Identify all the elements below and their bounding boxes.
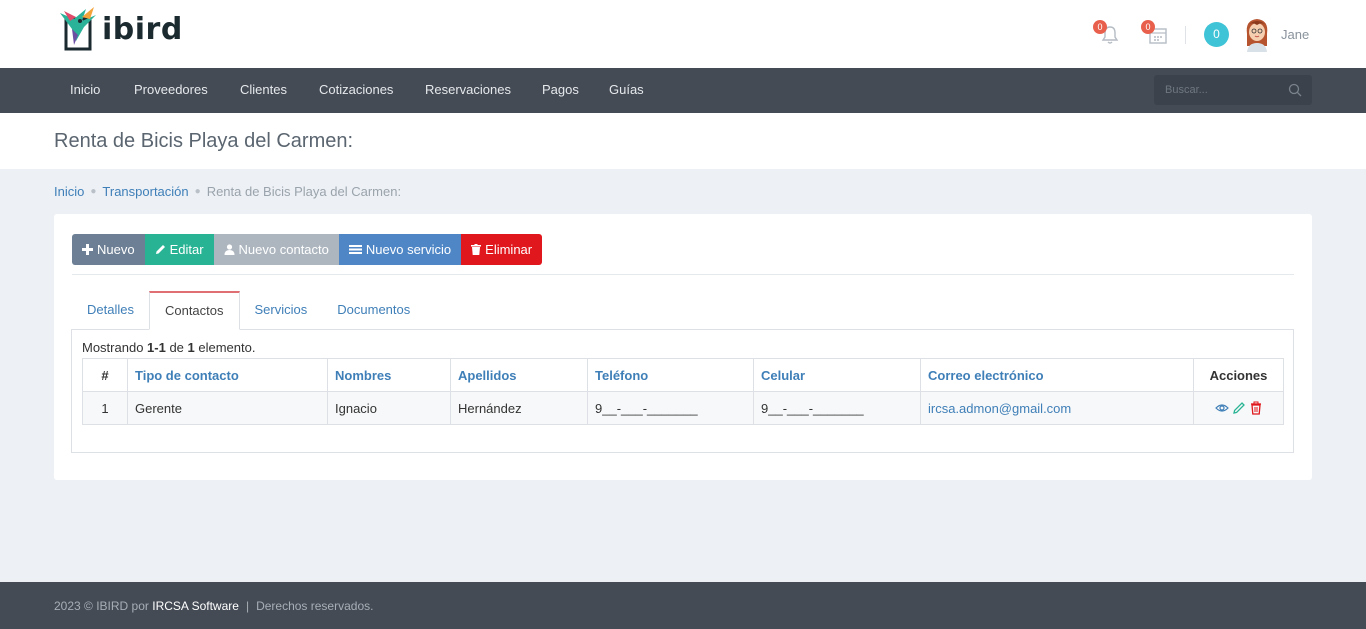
list-icon (348, 245, 362, 254)
breadcrumb-separator: ● (90, 186, 97, 197)
tab-servicios[interactable]: Servicios (240, 291, 323, 330)
cell-celular: 9__-___-_______ (753, 391, 921, 425)
summary-total: 1 (187, 340, 195, 355)
nuevo-contacto-button[interactable]: Nuevo contacto (213, 234, 339, 265)
tab-documentos[interactable]: Documentos (322, 291, 425, 330)
footer: 2023 © IBIRD por IRCSA Software | Derechos… (0, 582, 1366, 629)
table-header-row: # Tipo de contacto Nombres Apellidos Tel… (82, 358, 1284, 392)
footer-copyright: 2023 © IBIRD por (54, 599, 153, 613)
user-icon (224, 244, 235, 255)
cell-nombres: Ignacio (327, 391, 451, 425)
view-eye-icon[interactable] (1214, 401, 1229, 415)
summary-suffix: elemento. (194, 340, 256, 355)
nav-item-inicio[interactable]: Inicio (70, 82, 100, 97)
page-title: Renta de Bicis Playa del Carmen: (54, 130, 354, 152)
column-header-telefono[interactable]: Teléfono (587, 358, 754, 392)
search-icon[interactable] (1288, 83, 1302, 97)
breadcrumb-home[interactable]: Inicio (54, 184, 84, 199)
column-header-nombres[interactable]: Nombres (327, 358, 451, 392)
top-header: ibird 0 0 0 Jane (0, 0, 1366, 68)
row-actions (1201, 401, 1276, 415)
contacts-table: # Tipo de contacto Nombres Apellidos Tel… (82, 358, 1284, 425)
nuevo-contacto-label: Nuevo contacto (238, 242, 329, 257)
nav-item-reservaciones[interactable]: Reservaciones (425, 82, 511, 97)
nav-item-pagos[interactable]: Pagos (542, 82, 579, 97)
results-summary: Mostrando 1-1 de 1 elemento. (82, 340, 255, 355)
tab-contactos[interactable]: Contactos (148, 291, 240, 330)
cell-telefono: 9__-___-_______ (587, 391, 754, 425)
breadcrumb-current: Renta de Bicis Playa del Carmen: (206, 184, 402, 199)
nav-item-clientes[interactable]: Clientes (240, 82, 287, 97)
plus-icon (82, 244, 93, 255)
nuevo-label: Nuevo (97, 242, 135, 257)
logo[interactable]: ibird (56, 4, 196, 54)
footer-separator: | (245, 599, 250, 613)
cell-correo[interactable]: ircsa.admon@gmail.com (920, 391, 1194, 425)
username[interactable]: Jane (1281, 27, 1309, 42)
header-divider (1185, 26, 1186, 44)
summary-prefix: Mostrando (82, 340, 148, 355)
search-input[interactable] (1154, 75, 1274, 105)
toolbar: Nuevo Editar Nuevo contacto Nuevo servic… (72, 234, 543, 265)
column-header-number: # (82, 358, 128, 392)
table-row: 1 Gerente Ignacio Hernández 9__-___-____… (82, 391, 1284, 425)
tab-detalles[interactable]: Detalles (72, 291, 149, 330)
summary-range: 1-1 (147, 340, 166, 355)
tab-bar: Detalles Contactos Servicios Documentos (72, 291, 425, 330)
column-header-correo[interactable]: Correo electrónico (920, 358, 1194, 392)
edit-pencil-icon[interactable] (1232, 401, 1246, 415)
column-header-acciones: Acciones (1193, 358, 1284, 392)
counter-badge[interactable]: 0 (1204, 22, 1229, 47)
nav-item-cotizaciones[interactable]: Cotizaciones (319, 82, 393, 97)
main-nav: Inicio Proveedores Clientes Cotizaciones… (0, 68, 1366, 113)
contactos-panel: Mostrando 1-1 de 1 elemento. # Tipo de c… (71, 329, 1294, 453)
eliminar-button[interactable]: Eliminar (461, 234, 543, 265)
trash-icon (471, 244, 482, 255)
pencil-icon (155, 245, 165, 254)
logo-text: ibird (102, 11, 183, 47)
footer-brand-link[interactable]: IRCSA Software (152, 599, 239, 613)
editar-label: Editar (169, 242, 204, 257)
user-avatar-icon[interactable] (1243, 16, 1271, 52)
page-header: Renta de Bicis Playa del Carmen: (0, 113, 1366, 169)
calendar-badge: 0 (1141, 20, 1155, 34)
column-header-celular[interactable]: Celular (753, 358, 921, 392)
cell-number: 1 (82, 391, 128, 425)
breadcrumb-section[interactable]: Transportación (102, 184, 188, 199)
nuevo-servicio-button[interactable]: Nuevo servicio (338, 234, 462, 265)
summary-mid: de (165, 340, 188, 355)
hummingbird-logo-icon (56, 5, 102, 53)
footer-text: 2023 © IBIRD por IRCSA Software | Derechos… (54, 599, 373, 613)
nav-item-guias[interactable]: Guías (609, 82, 644, 97)
cell-acciones (1193, 391, 1284, 425)
notifications-badge: 0 (1093, 20, 1107, 34)
cell-apellidos: Hernández (450, 391, 588, 425)
search-box (1154, 75, 1312, 105)
nuevo-button[interactable]: Nuevo (72, 234, 145, 265)
editar-button[interactable]: Editar (144, 234, 214, 265)
breadcrumb: Inicio ● Transportación ● Renta de Bicis… (54, 184, 401, 199)
nuevo-servicio-label: Nuevo servicio (365, 242, 452, 257)
footer-rights: Derechos reservados. (256, 599, 374, 613)
delete-trash-icon[interactable] (1249, 401, 1263, 415)
breadcrumb-separator: ● (194, 186, 201, 197)
column-header-apellidos[interactable]: Apellidos (450, 358, 588, 392)
eliminar-label: Eliminar (485, 242, 533, 257)
main-card: Nuevo Editar Nuevo contacto Nuevo servic… (54, 214, 1312, 480)
nav-item-proveedores[interactable]: Proveedores (134, 82, 208, 97)
toolbar-divider (72, 274, 1294, 275)
column-header-tipo[interactable]: Tipo de contacto (127, 358, 328, 392)
cell-tipo: Gerente (127, 391, 328, 425)
